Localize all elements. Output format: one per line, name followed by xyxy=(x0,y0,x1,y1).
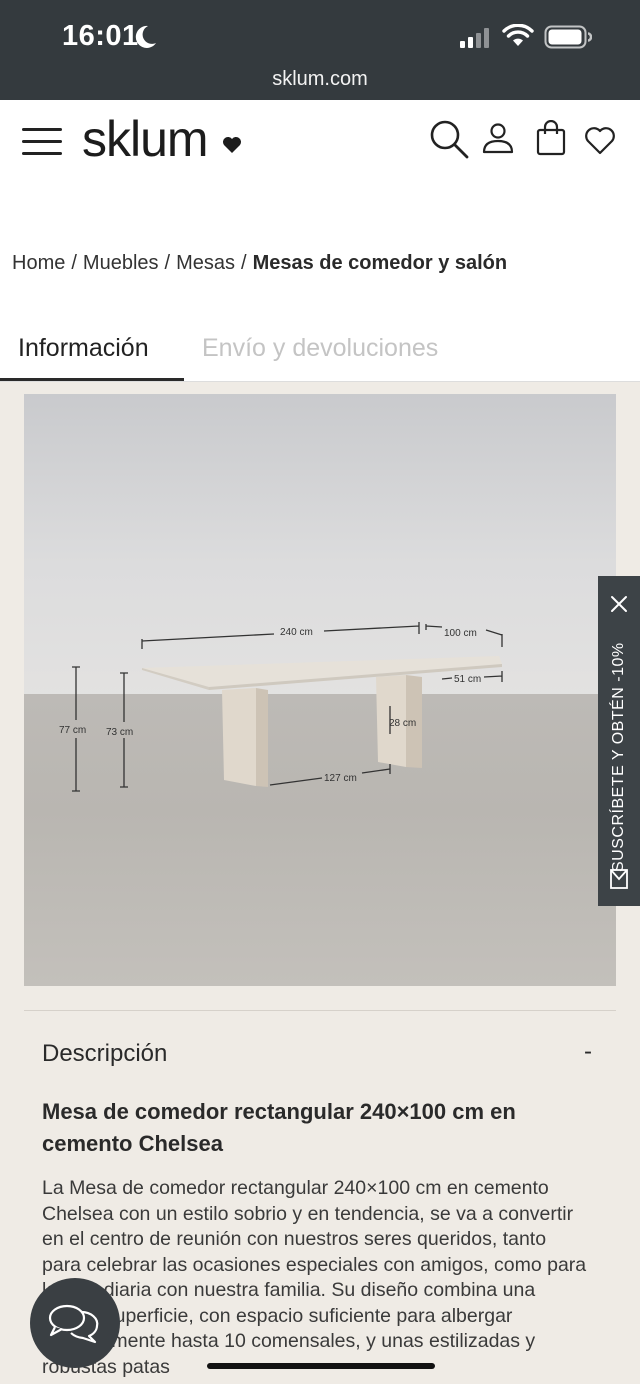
description-heading[interactable]: Descripción xyxy=(42,1040,167,1068)
wifi-icon xyxy=(502,24,534,46)
search-icon[interactable] xyxy=(428,118,470,160)
close-icon[interactable] xyxy=(609,594,629,614)
site-header: sklum xyxy=(0,100,640,185)
home-indicator xyxy=(207,1363,435,1369)
tab-informacion[interactable]: Información xyxy=(18,334,149,363)
user-icon[interactable] xyxy=(482,122,514,154)
logo-heart-icon xyxy=(223,137,241,153)
breadcrumb: Home / Muebles / Mesas / Mesas de comedor y sa… xyxy=(12,252,507,275)
breadcrumb-current: Mesas de comedor y salón xyxy=(252,252,508,274)
url-bar[interactable]: sklum.com xyxy=(0,68,640,91)
product-image[interactable]: 240 cm 100 cm 51 cm 77 cm 73 cm 28 cm 12… xyxy=(24,394,616,986)
breadcrumb-mesas[interactable]: Mesas xyxy=(176,252,235,274)
breadcrumb-separator: / xyxy=(241,252,247,274)
breadcrumb-home[interactable]: Home xyxy=(12,252,65,274)
battery-icon xyxy=(544,25,592,49)
breadcrumb-separator: / xyxy=(71,252,77,274)
breadcrumb-separator: / xyxy=(164,252,171,274)
chat-button[interactable] xyxy=(30,1278,120,1368)
menu-icon[interactable] xyxy=(22,126,62,156)
cart-icon[interactable] xyxy=(536,120,566,156)
active-tab-indicator xyxy=(0,378,184,381)
product-description: La Mesa de comedor rectangular 240×100 c… xyxy=(42,1177,587,1378)
cellular-signal-icon xyxy=(460,27,489,48)
status-bar: 16:01 sklum.com xyxy=(0,0,640,100)
chat-icon xyxy=(48,1304,99,1344)
tab-envio-devoluciones[interactable]: Envío y devoluciones xyxy=(202,334,438,363)
mail-icon xyxy=(610,869,628,889)
breadcrumb-muebles[interactable]: Muebles xyxy=(83,252,159,274)
product-title: Mesa de comedor rectangular 240×100 cm e… xyxy=(42,1099,516,1156)
dim-length: 240 cm xyxy=(280,627,313,638)
dimension-diagram: 240 cm 100 cm 51 cm 77 cm 73 cm 28 cm 12… xyxy=(59,622,503,792)
dim-leg-spacing: 127 cm xyxy=(324,773,357,784)
dim-overhang: 51 cm xyxy=(454,674,481,685)
product-tabs: Información Envío y devoluciones xyxy=(0,322,640,382)
description-collapse-toggle[interactable]: - xyxy=(584,1038,592,1066)
dim-height-total: 77 cm xyxy=(59,725,86,736)
subscribe-label: SUSCRÍBETE Y OBTÉN -10% xyxy=(610,642,627,872)
heart-icon[interactable] xyxy=(584,126,616,156)
logo[interactable]: sklum xyxy=(82,110,209,168)
status-time: 16:01 xyxy=(62,20,139,52)
dim-width: 100 cm xyxy=(444,628,477,639)
moon-icon xyxy=(135,25,156,48)
section-divider xyxy=(24,1010,616,1011)
dim-height-inner: 73 cm xyxy=(106,727,133,738)
dim-leg-width: 28 cm xyxy=(389,718,416,729)
subscribe-side-tab[interactable]: SUSCRÍBETE Y OBTÉN -10% xyxy=(598,576,640,906)
